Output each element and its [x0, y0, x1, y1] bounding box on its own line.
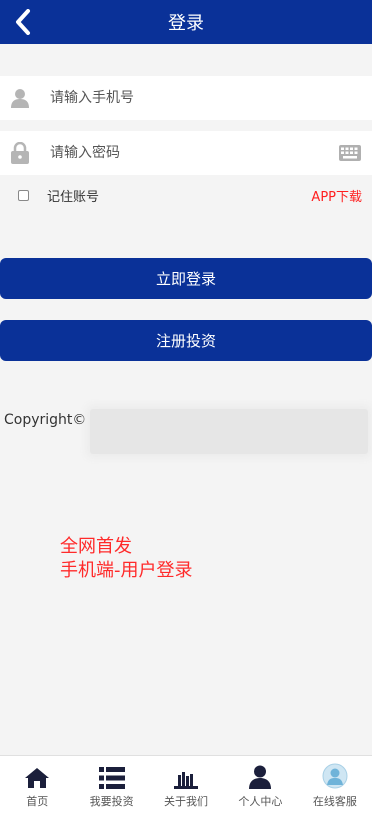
password-field-row — [0, 131, 372, 175]
blurred-copyright-text — [90, 409, 368, 454]
promo-overlay: 全网首发 手机端-用户登录 — [60, 535, 193, 583]
home-icon — [24, 765, 50, 789]
phone-field-row — [0, 76, 372, 120]
phone-input[interactable] — [40, 76, 372, 120]
bottom-tabbar: 首页 我要投资 关于我们 个人中心 在线客服 — [0, 755, 372, 813]
promo-line-2: 手机端-用户登录 — [60, 560, 193, 581]
list-icon — [98, 765, 125, 789]
tab-profile[interactable]: 个人中心 — [223, 756, 297, 813]
promo-line-1: 全网首发 — [60, 536, 132, 557]
register-button[interactable]: 注册投资 — [0, 320, 372, 361]
bookshelf-icon — [174, 765, 199, 789]
user-icon — [249, 765, 272, 789]
remember-row: 记住账号 APP下载 — [0, 180, 372, 210]
top-navbar: 登录 — [0, 0, 372, 44]
support-avatar-icon — [322, 763, 348, 789]
tab-label: 我要投资 — [89, 795, 134, 808]
tab-home[interactable]: 首页 — [0, 756, 74, 813]
back-button[interactable] — [6, 0, 40, 44]
tab-about[interactable]: 关于我们 — [149, 756, 223, 813]
tab-label: 个人中心 — [238, 795, 283, 808]
chevron-left-icon — [16, 9, 30, 35]
lock-icon — [0, 131, 40, 175]
tab-invest[interactable]: 我要投资 — [74, 756, 148, 813]
password-input[interactable] — [40, 131, 332, 175]
tab-label: 首页 — [26, 795, 49, 808]
copyright-label: Copyright© — [4, 412, 87, 428]
keyboard-icon[interactable] — [332, 131, 368, 175]
remember-label: 记住账号 — [47, 189, 100, 205]
app-download-link[interactable]: APP下载 — [311, 186, 362, 205]
tab-support[interactable]: 在线客服 — [298, 756, 372, 813]
tab-label: 关于我们 — [164, 795, 209, 808]
login-button[interactable]: 立即登录 — [0, 258, 372, 299]
tab-label: 在线客服 — [312, 795, 357, 808]
user-icon — [0, 76, 40, 120]
remember-checkbox[interactable] — [18, 189, 29, 201]
login-page: 登录 请输入手机号 记住账号 APP下载 立即登录 注册投资 Copyright… — [0, 0, 372, 813]
page-title: 登录 — [168, 13, 204, 34]
